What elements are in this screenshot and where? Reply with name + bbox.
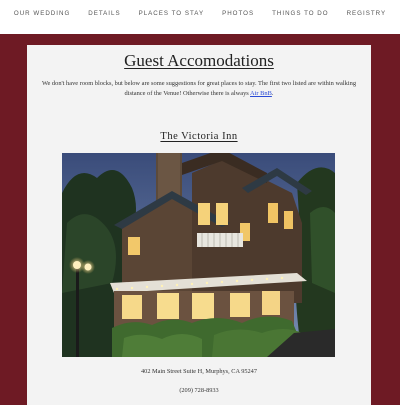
- content-card: Guest Accomodations We don't have room b…: [27, 45, 371, 405]
- lodging-title-text: The Victoria Inn: [160, 131, 238, 142]
- inn-illustration: [62, 153, 335, 357]
- intro-paragraph: We don't have room blocks, but below are…: [35, 79, 363, 98]
- victoria-inn-photo: [62, 153, 335, 357]
- nav-things-to-do[interactable]: THINGS TO DO: [263, 10, 337, 18]
- intro-text: We don't have room blocks, but below are…: [41, 80, 357, 97]
- lodging-address: 402 Main Street Suite H, Murphys, CA 952…: [141, 368, 257, 375]
- page-title-text: Guest Accomodations: [124, 51, 274, 70]
- lodging-title: The Victoria Inn: [27, 130, 371, 144]
- nav-places-to-stay[interactable]: PLACES TO STAY: [130, 10, 213, 18]
- main-nav: OUR WEDDING DETAILS PLACES TO STAY PHOTO…: [0, 10, 400, 18]
- airbnb-link[interactable]: Air BnB: [250, 90, 272, 97]
- nav-our-wedding[interactable]: OUR WEDDING: [5, 10, 79, 18]
- lodging-phone: (209) 728-8933: [179, 387, 219, 394]
- intro-end: .: [271, 89, 274, 97]
- top-navigation-bar: OUR WEDDING DETAILS PLACES TO STAY PHOTO…: [0, 0, 400, 34]
- nav-photos[interactable]: PHOTOS: [213, 10, 263, 18]
- page-title: Guest Accomodations: [27, 50, 371, 72]
- nav-registry[interactable]: REGISTRY: [338, 10, 396, 18]
- nav-details[interactable]: DETAILS: [79, 10, 129, 18]
